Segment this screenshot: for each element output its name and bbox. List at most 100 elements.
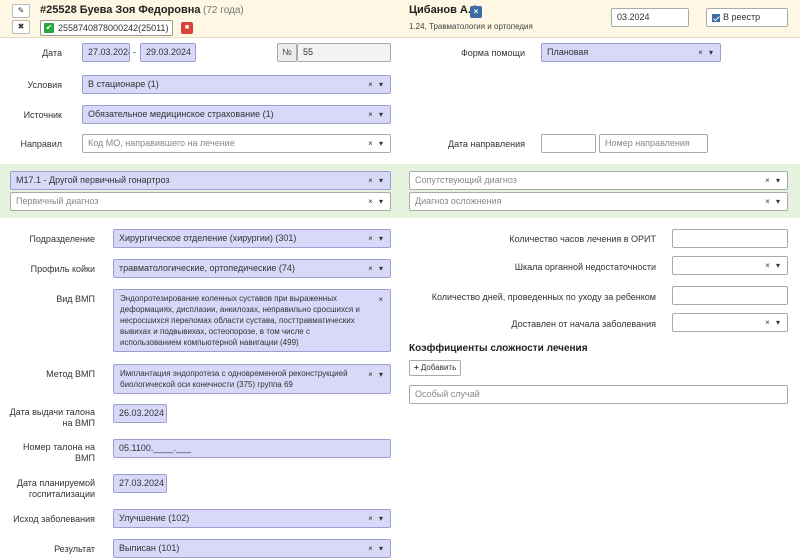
planned-date-label: Дата планируемой госпитализации — [16, 478, 95, 499]
ticket-number-label: Номер талона на ВМП — [22, 442, 95, 463]
doctor-code: 1.24, — [409, 22, 427, 31]
referral-date-input[interactable] — [541, 134, 596, 153]
clear-dropdown-icon[interactable]: × ▾ — [368, 76, 385, 93]
delivered-select[interactable]: × ▾ — [672, 313, 788, 332]
source-value: Обязательное медицинское страхование (1) — [88, 109, 274, 119]
vmp-type-value: Эндопротезирование коленных суставов при… — [120, 294, 360, 347]
specialty-text: Травматология и ортопедия — [429, 22, 533, 31]
vmp-method-select[interactable]: Имплантация эндопротеза с одновременной … — [113, 364, 391, 394]
ticket-date-input[interactable]: 26.03.2024 — [113, 404, 167, 423]
clear-dropdown-icon[interactable]: × ▾ — [368, 172, 385, 189]
vmp-type-select[interactable]: Эндопротезирование коленных суставов при… — [113, 289, 391, 352]
date-to-input[interactable]: 29.03.2024 — [140, 43, 196, 62]
organ-failure-select[interactable]: × ▾ — [672, 256, 788, 275]
organ-failure-label: Шкала органной недостаточности — [514, 262, 656, 272]
main-diagnosis-select[interactable]: M17.1 - Другой первичный гонартроз × ▾ — [10, 171, 391, 190]
ticket-date-label: Дата выдачи талона на ВМП — [9, 407, 95, 428]
clear-dropdown-icon[interactable]: × ▾ — [368, 135, 385, 152]
main-diagnosis-value: M17.1 - Другой первичный гонартроз — [16, 175, 170, 185]
clear-dropdown-icon[interactable]: × ▾ — [368, 230, 385, 247]
concomitant-diagnosis-select[interactable]: Сопутствующий диагноз × ▾ — [409, 171, 788, 190]
delete-button[interactable]: ■ — [181, 22, 193, 34]
clear-dropdown-icon[interactable]: × ▾ — [765, 193, 782, 210]
bed-profile-select[interactable]: травматологические, ортопедические (74) … — [113, 259, 391, 278]
date-separator: - — [133, 47, 136, 57]
number-label: № — [277, 43, 297, 62]
period-input[interactable]: 03.2024 — [611, 8, 689, 27]
check-icon: ✔ — [44, 23, 54, 33]
clear-dropdown-icon[interactable]: × ▾ — [765, 172, 782, 189]
registry-toggle[interactable]: В реестр — [706, 8, 788, 27]
department-value: Хирургическое отделение (хирургии) (301) — [119, 233, 297, 243]
registry-checkbox[interactable] — [712, 13, 720, 22]
clear-icon[interactable]: × — [378, 294, 385, 305]
childcare-days-input[interactable] — [672, 286, 788, 305]
concomitant-diagnosis-placeholder: Сопутствующий диагноз — [415, 175, 517, 185]
vmp-method-label: Метод ВМП — [46, 369, 95, 379]
vmp-type-label: Вид ВМП — [56, 294, 95, 304]
date-label: Дата — [42, 48, 62, 58]
vmp-method-value: Имплантация эндопротеза с одновременной … — [120, 369, 348, 389]
clear-dropdown-icon[interactable]: × ▾ — [368, 510, 385, 527]
complication-diagnosis-select[interactable]: Диагноз осложнения × ▾ — [409, 192, 788, 211]
outcome-value: Улучшение (102) — [119, 513, 190, 523]
delivered-label: Доставлен от начала заболевания — [511, 319, 656, 329]
policy-badge[interactable]: ✔ 2558740878000242(25011) — [40, 20, 174, 36]
doctor-specialty: 1.24, Травматология и ортопедия — [409, 22, 533, 31]
plus-icon: + — [414, 363, 419, 372]
planned-date-input[interactable]: 27.03.2024 — [113, 474, 167, 493]
help-form-value: Плановая — [547, 47, 589, 57]
special-case-input[interactable]: Особый случай — [409, 385, 788, 404]
result-label: Результат — [54, 544, 95, 554]
help-form-label: Форма помощи — [460, 48, 525, 58]
outcome-label: Исход заболевания — [13, 514, 95, 524]
remove-doctor-button[interactable]: × — [470, 6, 482, 18]
edit-button[interactable]: ✎ — [12, 4, 30, 18]
edit-icon: ✎ — [17, 6, 25, 15]
clear-dropdown-icon[interactable]: × ▾ — [368, 193, 385, 210]
referred-select[interactable]: Код МО, направившего на лечение × ▾ — [82, 134, 391, 153]
conditions-value: В стационаре (1) — [88, 79, 159, 89]
add-button-label: Добавить — [420, 363, 457, 372]
referral-number-placeholder: Номер направления — [605, 138, 690, 148]
icu-hours-input[interactable] — [672, 229, 788, 248]
patient-age: (72 года) — [203, 5, 244, 16]
close-icon: ✖ — [17, 22, 25, 31]
close-icon: × — [473, 7, 479, 16]
clear-dropdown-icon[interactable]: × ▾ — [368, 106, 385, 123]
icu-hours-label: Количество часов лечения в ОРИТ — [509, 234, 656, 244]
source-select[interactable]: Обязательное медицинское страхование (1)… — [82, 105, 391, 124]
referral-date-label: Дата направления — [448, 139, 525, 149]
result-select[interactable]: Выписан (101) × ▾ — [113, 539, 391, 558]
date-from-input[interactable]: 27.03.2024 — [82, 43, 130, 62]
childcare-days-label: Количество дней, проведенных по уходу за… — [431, 292, 656, 302]
policy-number: 2558740878000242(25011) — [58, 23, 169, 33]
referred-placeholder: Код МО, направившего на лечение — [88, 138, 235, 148]
number-input[interactable]: 55 — [297, 43, 391, 62]
primary-diagnosis-placeholder: Первичный диагноз — [16, 196, 99, 206]
add-coefficient-button[interactable]: + Добавить — [409, 360, 462, 376]
registry-label: В реестр — [723, 12, 761, 22]
outcome-select[interactable]: Улучшение (102) × ▾ — [113, 509, 391, 528]
ticket-number-input[interactable]: 05.1100.____.___ — [113, 439, 391, 458]
result-value: Выписан (101) — [119, 543, 180, 553]
referral-number-input[interactable]: Номер направления — [599, 134, 708, 153]
clear-dropdown-icon[interactable]: × ▾ — [765, 314, 782, 331]
close-button[interactable]: ✖ — [12, 20, 30, 34]
department-select[interactable]: Хирургическое отделение (хирургии) (301)… — [113, 229, 391, 248]
clear-dropdown-icon[interactable]: × ▾ — [698, 44, 715, 61]
coefficients-title: Коэффициенты сложности лечения — [409, 343, 588, 354]
clear-dropdown-icon[interactable]: × ▾ — [368, 369, 385, 380]
clear-dropdown-icon[interactable]: × ▾ — [368, 540, 385, 557]
complication-diagnosis-placeholder: Диагноз осложнения — [415, 196, 502, 206]
clear-dropdown-icon[interactable]: × ▾ — [765, 257, 782, 274]
primary-diagnosis-select[interactable]: Первичный диагноз × ▾ — [10, 192, 391, 211]
patient-name: #25528 Буева Зоя Федоровна — [40, 4, 201, 16]
help-form-select[interactable]: Плановая × ▾ — [541, 43, 721, 62]
clear-dropdown-icon[interactable]: × ▾ — [368, 260, 385, 277]
bed-profile-label: Профиль койки — [30, 264, 95, 274]
patient-info: #25528 Буева Зоя Федоровна (72 года) — [40, 4, 244, 16]
referred-label: Направил — [20, 139, 62, 149]
conditions-select[interactable]: В стационаре (1) × ▾ — [82, 75, 391, 94]
conditions-label: Условия — [27, 80, 62, 90]
